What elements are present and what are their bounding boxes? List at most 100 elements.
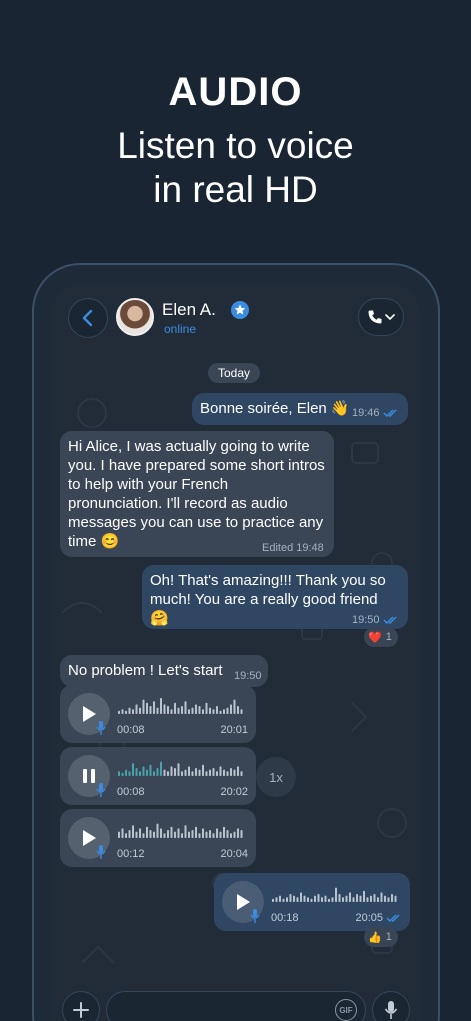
waveform-bar — [188, 766, 190, 776]
waveform-bar — [198, 769, 201, 776]
waveform-bar — [139, 707, 141, 714]
waveform-bar — [366, 897, 369, 902]
waveform-bar — [202, 709, 204, 714]
waveform-bar — [195, 826, 197, 838]
waveform-bar — [349, 892, 351, 902]
waveform-bar — [195, 704, 197, 714]
waveform-bar — [128, 707, 131, 714]
voice-time-text: 20:02 — [220, 786, 248, 798]
message-input[interactable]: GIF — [106, 991, 366, 1021]
waveform-bar — [321, 897, 323, 902]
voice-duration: 00:08 — [117, 786, 145, 798]
waveform-bar — [205, 831, 208, 838]
message-line: to help with your French — [68, 476, 229, 493]
waveform-bar — [153, 701, 155, 714]
back-button[interactable] — [68, 298, 108, 338]
message-bubble-incoming[interactable]: Hi Alice, I was actually going to write … — [60, 431, 334, 557]
date-separator: Today — [208, 363, 261, 383]
waveform-bar — [177, 828, 180, 838]
waveform-bar — [177, 707, 180, 714]
pause-icon — [83, 769, 95, 783]
waveform-bar — [209, 707, 211, 714]
mic-icon — [96, 845, 106, 859]
waveform-bar — [212, 833, 215, 838]
waveform-bar — [240, 709, 243, 714]
waveform-bar — [153, 831, 155, 838]
waveform-bar — [118, 710, 120, 714]
waveform-bar — [223, 769, 225, 776]
waveform-bar — [181, 833, 183, 838]
waveform-bar — [338, 894, 341, 902]
back-arrow-icon — [82, 309, 93, 327]
mic-icon — [96, 721, 106, 735]
message-time: 19:50 — [234, 670, 262, 682]
waveform-bar — [160, 828, 162, 838]
play-icon — [83, 830, 96, 846]
call-button[interactable] — [358, 298, 404, 336]
promo-subtitle: Listen to voice in real HD — [0, 124, 471, 212]
double-check-icon — [383, 409, 397, 418]
gif-button[interactable]: GIF — [335, 999, 357, 1021]
verified-star-icon — [231, 301, 249, 319]
waveform-bar — [394, 895, 397, 902]
contact-name[interactable]: Elen A. — [162, 300, 216, 320]
waveform-bar — [391, 894, 393, 902]
waveform-bar — [307, 897, 309, 902]
waveform-bar — [156, 823, 159, 838]
waveform-bar — [384, 895, 386, 902]
waveform-bar — [174, 831, 176, 838]
waveform-bar — [132, 709, 134, 714]
message-line: messages you can use to practice any — [68, 514, 324, 531]
waveform-bar — [202, 764, 204, 776]
waveform-bar — [373, 894, 376, 902]
waveform-bar — [296, 897, 299, 902]
waveform-bar — [184, 769, 187, 776]
waveform-bar — [156, 768, 159, 776]
play-icon — [83, 706, 96, 722]
waveform-bar — [223, 709, 225, 714]
waveform-bar — [233, 769, 236, 776]
waveform — [272, 887, 397, 902]
play-icon — [237, 894, 250, 910]
attach-button[interactable] — [62, 991, 100, 1021]
playback-speed-button[interactable]: 1x — [256, 757, 296, 797]
voice-time-text: 20:01 — [220, 724, 248, 736]
waveform[interactable] — [118, 759, 246, 777]
avatar[interactable] — [116, 298, 154, 336]
voice-message-outgoing: 00:18 20:05 — [214, 873, 410, 931]
reaction-count: 1 — [385, 631, 392, 643]
waveform-bar — [275, 897, 278, 902]
waveform-bar — [237, 766, 239, 776]
waveform-bar — [163, 833, 166, 838]
message-meta: 19:50 — [234, 670, 262, 682]
reaction-emoji: 👍 — [368, 931, 382, 944]
voice-duration: 00:18 — [271, 912, 299, 924]
waveform-bar — [139, 828, 141, 838]
mic-icon — [250, 909, 260, 923]
waveform-bar — [135, 831, 138, 838]
waveform-bar — [191, 830, 194, 838]
waveform-bar — [345, 895, 348, 902]
message-meta: 19:46 — [352, 407, 399, 419]
waveform-bar — [370, 895, 372, 902]
waveform-bar — [356, 894, 358, 902]
waveform-bar — [387, 897, 390, 902]
waveform-bar — [125, 769, 127, 776]
waveform-bar — [359, 895, 362, 902]
message-meta: 19:50 — [352, 614, 399, 626]
waveform-bar — [174, 702, 176, 714]
reaction-thumbs-up[interactable]: 👍 1 — [364, 927, 398, 947]
record-voice-button[interactable] — [372, 991, 410, 1021]
reaction-heart[interactable]: ❤️ 1 — [364, 627, 398, 647]
waveform-bar — [282, 898, 285, 902]
waveform-bar — [135, 768, 138, 776]
waveform-bar — [230, 833, 232, 838]
waveform-bar — [377, 897, 379, 902]
waveform-bar — [314, 895, 316, 902]
voice-duration: 00:12 — [117, 848, 145, 860]
waveform-bar — [177, 763, 180, 776]
waveform-bar — [160, 698, 162, 714]
waveform — [118, 823, 243, 838]
waveform-bar — [303, 895, 306, 902]
waveform-bar — [324, 895, 327, 902]
